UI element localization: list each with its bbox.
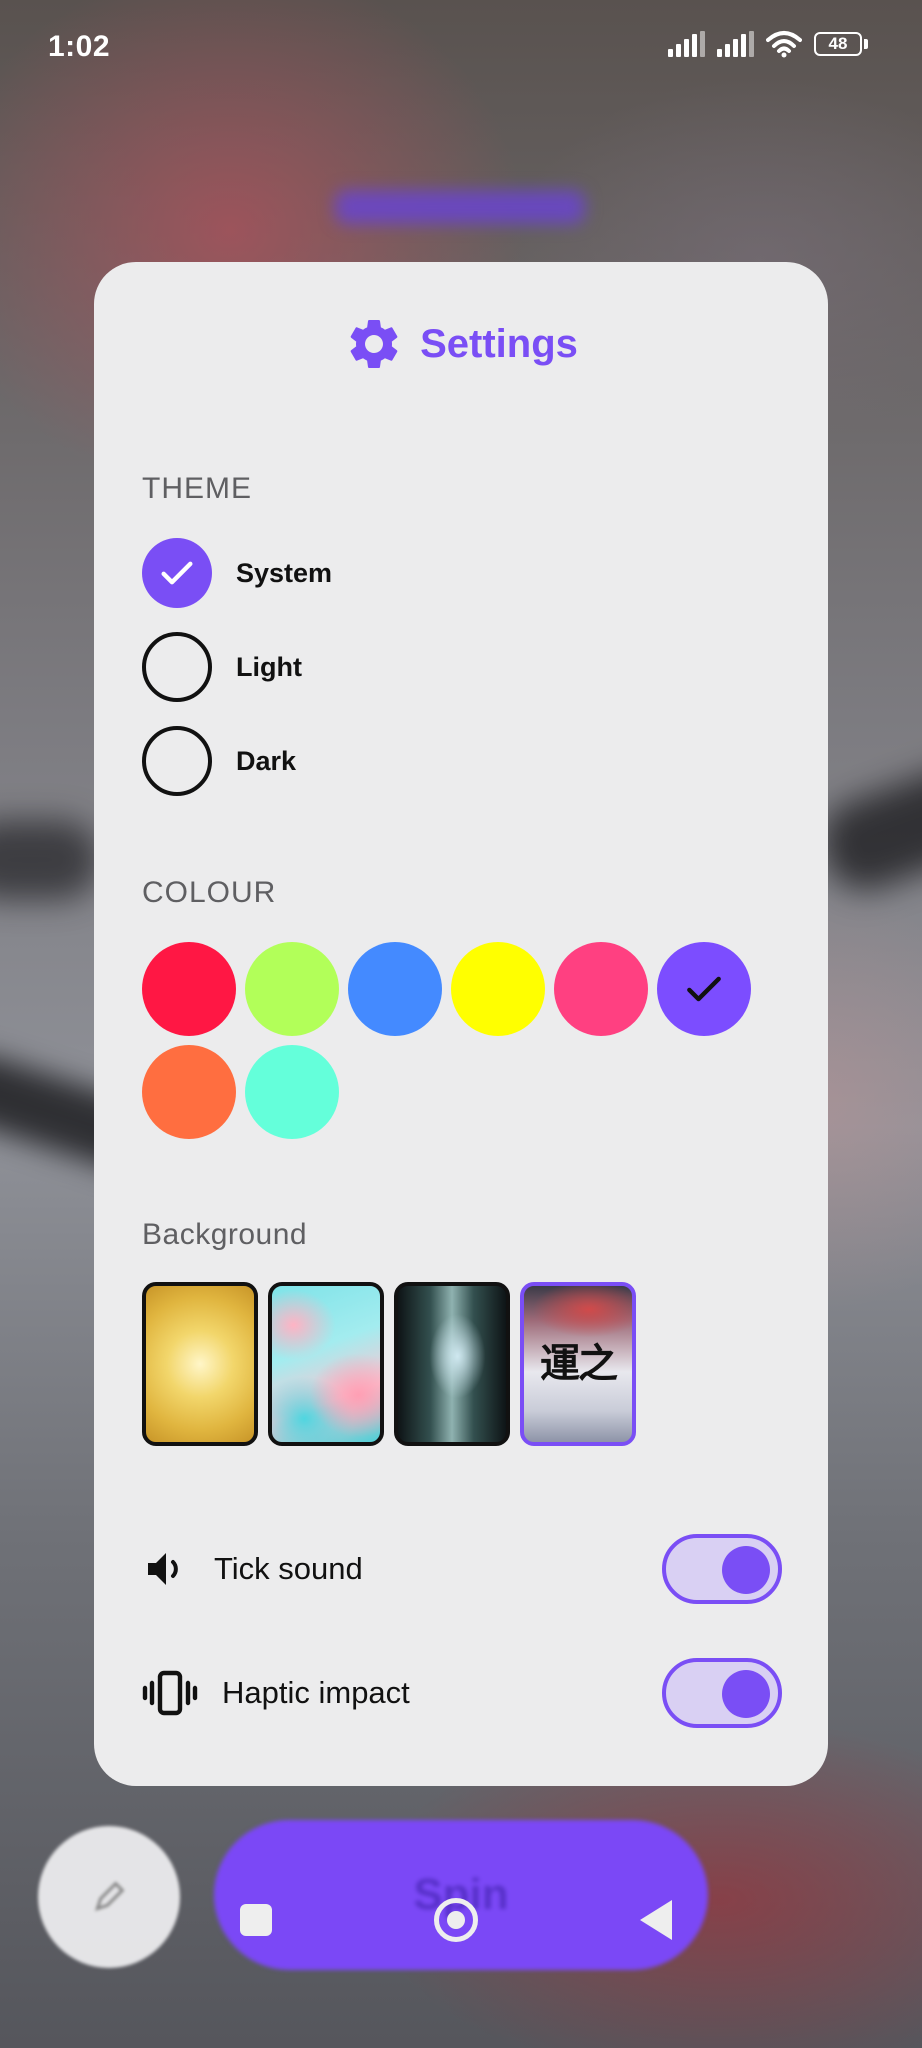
battery-icon: 48	[814, 32, 868, 56]
thumbnail-calligraphy-text: 運之	[540, 1340, 618, 1387]
recents-nav-button[interactable]	[240, 1904, 272, 1936]
check-icon	[687, 976, 721, 1002]
status-bar: 1:02 48	[0, 0, 922, 92]
colour-swatch-blue[interactable]	[348, 942, 442, 1036]
background-thumbnail-gold[interactable]	[142, 1282, 258, 1446]
haptic-impact-label: Haptic impact	[222, 1675, 410, 1710]
status-icons: 48	[668, 30, 868, 58]
theme-section-label: THEME	[142, 472, 252, 505]
radio-unchecked-icon[interactable]	[142, 726, 212, 796]
edit-button[interactable]	[38, 1826, 180, 1968]
vibration-icon	[142, 1670, 198, 1716]
pencil-icon	[94, 1881, 125, 1912]
theme-option-label: System	[236, 557, 333, 588]
battery-level: 48	[814, 32, 862, 56]
theme-option-label: Light	[236, 651, 302, 682]
colour-swatch-pink[interactable]	[554, 942, 648, 1036]
background-thumbnail-alley[interactable]	[394, 1282, 510, 1446]
colour-section-label: COLOUR	[142, 876, 277, 909]
colour-swatch-yellow[interactable]	[451, 942, 545, 1036]
settings-title: Settings	[420, 321, 578, 366]
gear-icon	[350, 320, 398, 368]
home-nav-button[interactable]	[434, 1898, 478, 1942]
check-icon	[161, 561, 193, 585]
haptic-impact-toggle[interactable]	[662, 1658, 782, 1728]
spin-button[interactable]: Spin	[214, 1820, 708, 1970]
background-thumbnail-calligraphy[interactable]: 運之	[520, 1282, 636, 1446]
speaker-icon	[148, 1553, 178, 1585]
theme-option-light[interactable]: Light	[142, 632, 302, 702]
colour-swatch-teal[interactable]	[245, 1045, 339, 1139]
tick-sound-toggle[interactable]	[662, 1534, 782, 1604]
back-nav-button[interactable]	[640, 1900, 672, 1940]
theme-option-label: Dark	[236, 745, 297, 776]
colour-swatch-red[interactable]	[142, 942, 236, 1036]
wifi-icon	[766, 31, 802, 58]
radio-checked-icon[interactable]	[142, 538, 212, 608]
colour-swatch-lime[interactable]	[245, 942, 339, 1036]
radio-unchecked-icon[interactable]	[142, 632, 212, 702]
theme-option-system[interactable]: System	[142, 538, 332, 608]
colour-swatch-purple[interactable]	[657, 942, 751, 1036]
tick-sound-label: Tick sound	[214, 1551, 363, 1586]
theme-option-dark[interactable]: Dark	[142, 726, 296, 796]
colour-swatch-orange[interactable]	[142, 1045, 236, 1139]
signal-icon	[668, 31, 705, 57]
status-time: 1:02	[48, 30, 111, 63]
background-section-label: Background	[142, 1218, 308, 1251]
signal-icon-2	[717, 31, 754, 57]
settings-header: Settings	[94, 314, 828, 374]
haptic-impact-row: Haptic impact	[142, 1658, 782, 1728]
settings-dialog: Settings THEME System Light Dark COLOUR …	[94, 262, 828, 1786]
tick-sound-row: Tick sound	[142, 1534, 782, 1604]
background-thumbnail-pastel[interactable]	[268, 1282, 384, 1446]
